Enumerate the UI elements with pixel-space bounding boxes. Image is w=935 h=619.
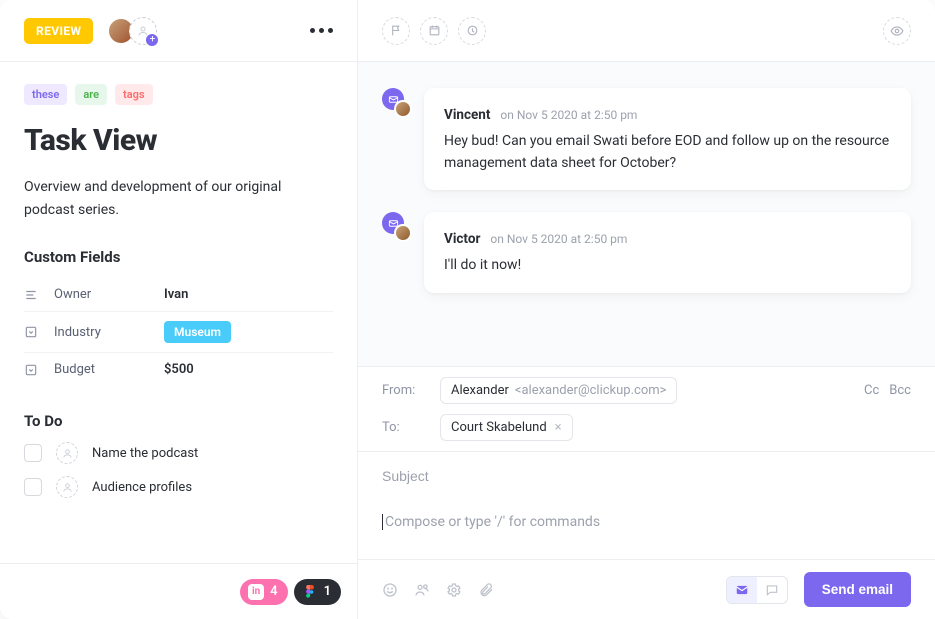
email-composer: From: Alexander <alexander@clickup.com> … (358, 366, 935, 619)
cf-label: Budget (54, 362, 150, 377)
message-avatar (382, 88, 410, 116)
todo-heading: To Do (24, 412, 333, 430)
user-icon (62, 482, 73, 493)
to-label: To: (382, 420, 426, 435)
checkbox[interactable] (24, 478, 42, 496)
left-footer: in 4 1 (0, 563, 357, 619)
message-author: Victor (444, 231, 480, 247)
message-author: Vincent (444, 107, 490, 123)
flag-icon[interactable] (382, 17, 410, 45)
cf-row-industry: Industry Museum (24, 312, 333, 353)
user-icon (62, 448, 73, 459)
dropdown-icon (24, 363, 40, 377)
message-body: Hey bud! Can you email Swati before EOD … (444, 131, 891, 174)
message-timestamp: on Nov 5 2020 at 2:50 pm (500, 108, 637, 122)
from-label: From: (382, 383, 426, 398)
message-timestamp: on Nov 5 2020 at 2:50 pm (490, 232, 627, 246)
cf-row-owner: Owner Ivan (24, 278, 333, 312)
todo-item: Audience profiles (24, 476, 333, 498)
cf-row-budget: Budget $500 (24, 353, 333, 386)
attach-icon[interactable] (478, 582, 494, 598)
attachment-counter-pink[interactable]: in 4 (240, 579, 287, 605)
custom-fields-table: Owner Ivan Industry Museum Budget $500 (24, 278, 333, 386)
figma-icon (302, 584, 318, 600)
bcc-button[interactable]: Bcc (889, 383, 911, 398)
task-description: Overview and development of our original… (24, 176, 333, 222)
from-email: <alexander@clickup.com> (515, 383, 667, 398)
compose-placeholder: Compose or type '/' for commands (385, 514, 600, 530)
message-bubble: Vincent on Nov 5 2020 at 2:50 pm Hey bud! … (424, 88, 911, 190)
clock-icon[interactable] (458, 17, 486, 45)
mention-icon[interactable] (414, 582, 430, 598)
custom-fields-heading: Custom Fields (24, 248, 333, 266)
to-row: To: Court Skabelund × (358, 414, 935, 451)
cf-value[interactable]: $500 (164, 362, 194, 377)
message-body: I'll do it now! (444, 255, 891, 277)
assignee-slot[interactable] (56, 442, 78, 464)
todo-text: Name the podcast (92, 446, 198, 461)
tag-list: these aretags (24, 84, 333, 105)
dropdown-icon (24, 325, 40, 339)
gear-icon[interactable] (446, 582, 462, 598)
page-title: Task View (24, 123, 333, 158)
subject-row (358, 451, 935, 499)
from-row: From: Alexander <alexander@clickup.com> … (358, 367, 935, 414)
calendar-icon[interactable] (420, 17, 448, 45)
message-list: Vincent on Nov 5 2020 at 2:50 pm Hey bud! … (358, 62, 935, 366)
text-lines-icon (24, 288, 40, 302)
add-assignee-slot[interactable]: + (129, 17, 157, 45)
from-name: Alexander (451, 383, 509, 398)
cf-value[interactable]: Museum (164, 321, 231, 343)
emoji-icon[interactable] (382, 582, 398, 598)
compose-mode-toggle[interactable] (726, 576, 788, 604)
comment-mode-icon[interactable] (757, 577, 787, 603)
cf-label: Industry (54, 325, 150, 340)
tag[interactable]: tags (115, 84, 153, 105)
cc-button[interactable]: Cc (864, 383, 879, 398)
cf-label: Owner (54, 287, 150, 302)
cf-value[interactable]: Ivan (164, 287, 188, 302)
compose-body[interactable]: Compose or type '/' for commands (358, 499, 935, 559)
todo-list: Name the podcast Audience profiles (24, 442, 333, 498)
close-icon[interactable]: × (555, 420, 562, 435)
status-pill[interactable]: REVIEW (24, 18, 93, 44)
todo-item: Name the podcast (24, 442, 333, 464)
email-mode-icon[interactable] (727, 577, 757, 603)
message-bubble: Victor on Nov 5 2020 at 2:50 pm I'll do it… (424, 212, 911, 293)
subject-input[interactable] (382, 468, 911, 484)
tag[interactable]: are (75, 84, 107, 105)
more-menu-icon[interactable] (306, 24, 337, 37)
message: Vincent on Nov 5 2020 at 2:50 pm Hey bud! … (382, 88, 911, 190)
message: Victor on Nov 5 2020 at 2:50 pm I'll do it… (382, 212, 911, 293)
todo-text: Audience profiles (92, 480, 192, 495)
from-chip[interactable]: Alexander <alexander@clickup.com> (440, 377, 677, 404)
invision-icon: in (248, 584, 264, 600)
to-chip-name: Court Skabelund (451, 420, 547, 435)
attachment-counter-dark[interactable]: 1 (294, 579, 341, 605)
tag[interactable]: these (24, 84, 67, 105)
plus-icon: + (145, 33, 159, 47)
to-chip[interactable]: Court Skabelund × (440, 414, 573, 441)
counter-value: 1 (324, 584, 331, 599)
checkbox[interactable] (24, 444, 42, 462)
message-avatar (382, 212, 410, 240)
watch-icon[interactable] (883, 17, 911, 45)
counter-value: 4 (270, 584, 277, 599)
send-button[interactable]: Send email (804, 572, 911, 607)
assignee-slot[interactable] (56, 476, 78, 498)
assignees: + (107, 17, 157, 45)
